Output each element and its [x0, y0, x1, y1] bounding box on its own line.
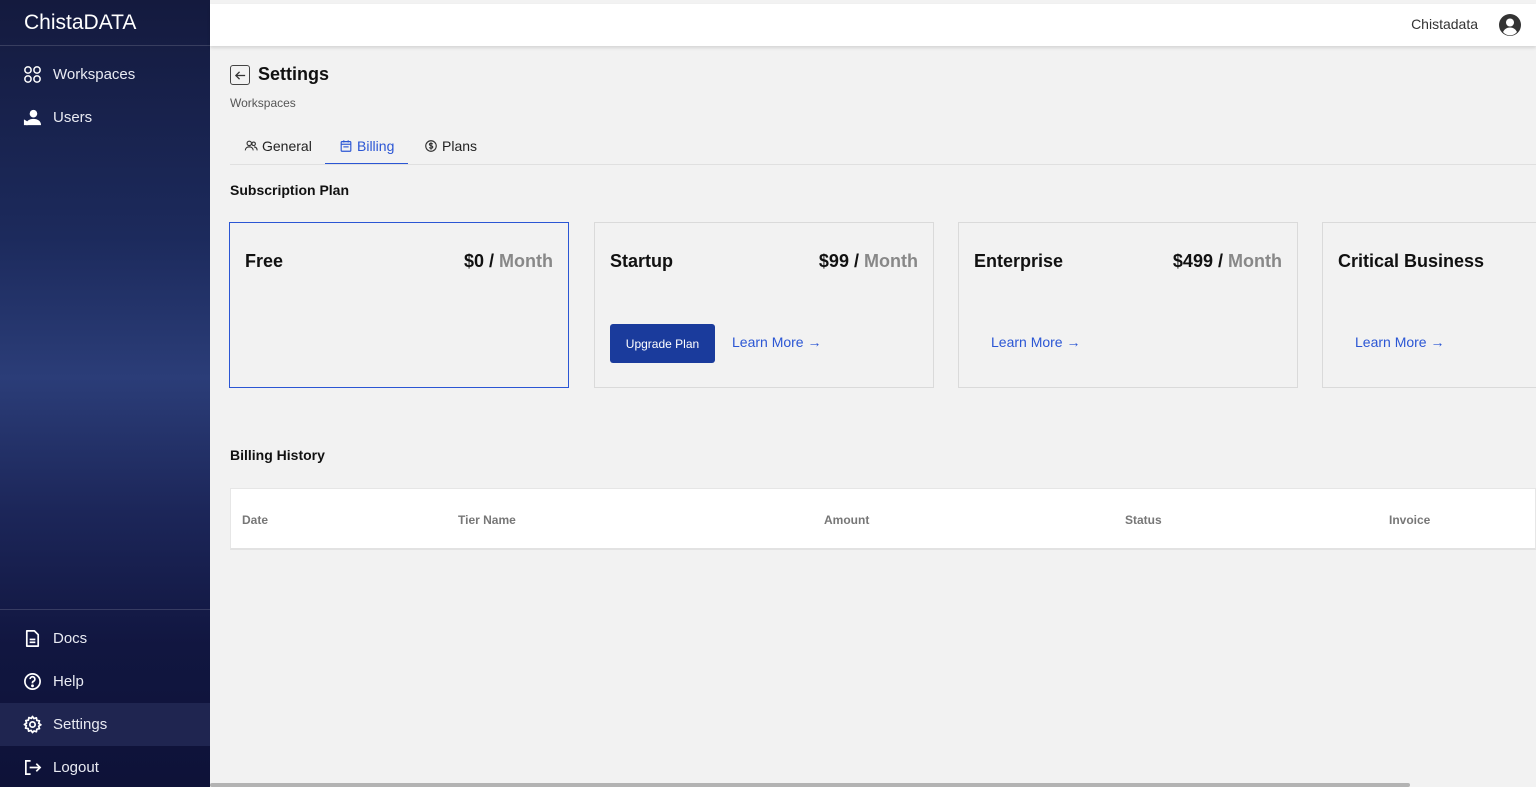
- top-bar: Chistadata: [210, 4, 1536, 46]
- tab-label: Billing: [357, 137, 395, 154]
- sidebar-item-workspaces[interactable]: Workspaces: [0, 53, 210, 96]
- billing-history-table: Date Tier Name Amount Status Invoice: [230, 488, 1536, 550]
- plan-card-enterprise: Enterprise $499 / Month Learn More →: [958, 222, 1298, 388]
- user-name[interactable]: Chistadata: [1411, 16, 1478, 32]
- sidebar-item-label: Workspaces: [53, 66, 136, 83]
- sidebar-item-help[interactable]: Help: [0, 660, 210, 703]
- column-header-date[interactable]: Date: [242, 513, 268, 527]
- plan-price: $99 / Month: [818, 251, 918, 271]
- sidebar-item-label: Logout: [53, 759, 99, 776]
- gear-icon: [22, 715, 42, 735]
- tab-general[interactable]: General: [230, 128, 326, 164]
- tab-billing[interactable]: Billing: [325, 128, 409, 165]
- sidebar-item-settings[interactable]: Settings: [0, 703, 210, 746]
- sidebar-item-logout[interactable]: Logout: [0, 746, 210, 787]
- avatar-icon[interactable]: [1498, 13, 1522, 37]
- help-icon: [22, 672, 42, 692]
- sidebar-item-label: Settings: [53, 716, 108, 733]
- tab-label: Plans: [442, 138, 478, 154]
- horizontal-scrollbar[interactable]: [210, 783, 1410, 787]
- plan-price: $499 / Month: [1172, 251, 1282, 271]
- calendar-icon: [340, 139, 352, 152]
- plan-card-critical-business: Critical Business Learn More →: [1322, 222, 1536, 388]
- plan-price: $0 / Month: [463, 251, 553, 271]
- plan-name: Free: [245, 251, 284, 271]
- sidebar-item-label: Help: [53, 673, 84, 690]
- plan-card-startup: Startup $99 / Month Upgrade Plan Learn M…: [594, 222, 934, 388]
- subscription-plan-heading: Subscription Plan: [230, 182, 350, 198]
- billing-history-heading: Billing History: [230, 447, 325, 463]
- document-icon: [22, 629, 42, 649]
- brand-logo[interactable]: ChistaDATA: [0, 0, 210, 46]
- plan-name: Enterprise: [974, 251, 1064, 271]
- plan-card-free[interactable]: Free $0 / Month: [229, 222, 569, 388]
- sidebar: ChistaDATA Workspaces Users Docs Help Se…: [0, 0, 210, 787]
- tabs-divider: [230, 164, 1536, 165]
- arrow-left-icon: [234, 70, 245, 80]
- sidebar-item-label: Users: [53, 109, 93, 126]
- plan-name: Critical Business: [1338, 251, 1485, 271]
- learn-more-link[interactable]: Learn More →: [1355, 334, 1444, 350]
- dollar-circle-icon: [425, 140, 437, 152]
- tab-label: General: [262, 138, 312, 154]
- users-icon: [22, 108, 42, 128]
- grid-icon: [22, 65, 42, 85]
- sidebar-divider: [0, 609, 210, 610]
- plan-name: Startup: [610, 251, 673, 271]
- upgrade-plan-button[interactable]: Upgrade Plan: [610, 324, 715, 363]
- learn-more-link[interactable]: Learn More →: [732, 334, 821, 350]
- tab-plans[interactable]: Plans: [410, 128, 491, 164]
- learn-more-link[interactable]: Learn More →: [991, 334, 1080, 350]
- column-header-amount[interactable]: Amount: [824, 513, 869, 527]
- sidebar-item-users[interactable]: Users: [0, 96, 210, 139]
- sidebar-item-label: Docs: [53, 630, 88, 647]
- breadcrumb[interactable]: Workspaces: [230, 96, 296, 110]
- sidebar-item-docs[interactable]: Docs: [0, 617, 210, 660]
- logout-icon: [22, 758, 42, 778]
- column-header-invoice[interactable]: Invoice: [1389, 513, 1430, 527]
- column-header-tier-name[interactable]: Tier Name: [458, 513, 516, 527]
- page-title: Settings: [258, 64, 330, 84]
- column-header-status[interactable]: Status: [1125, 513, 1162, 527]
- people-icon: [244, 140, 258, 151]
- back-button[interactable]: [230, 65, 250, 85]
